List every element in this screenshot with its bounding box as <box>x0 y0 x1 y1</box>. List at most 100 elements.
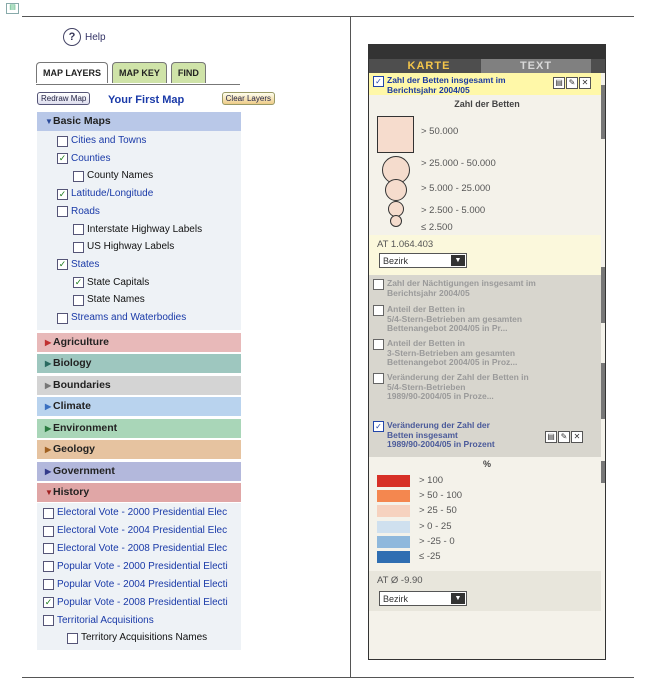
layer-checkbox[interactable] <box>373 339 384 350</box>
checkbox[interactable] <box>43 507 54 519</box>
section-category[interactable]: ▶ Boundaries <box>37 375 241 395</box>
close-icon[interactable]: ✕ <box>579 77 591 89</box>
checkbox[interactable] <box>73 170 84 182</box>
checkbox[interactable] <box>57 206 68 218</box>
layer-item[interactable]: County Names <box>73 168 153 184</box>
layer-item[interactable]: Streams and Waterbodies <box>57 310 186 326</box>
layer-checkbox[interactable]: ✓ <box>373 421 384 432</box>
layer-item[interactable]: Popular Vote - 2000 Presidential Electi <box>43 559 228 575</box>
layer-title: Veränderung der Zahl der Betten insgesamt… <box>387 420 495 450</box>
layer-item[interactable]: ✓ Latitude/Longitude <box>57 186 153 202</box>
layer-title-line: 1989/90-2004/05 in Proze... <box>387 391 494 401</box>
tab-karte[interactable]: KARTE <box>383 59 475 73</box>
chevron-down-icon[interactable]: ▼ <box>451 593 465 604</box>
layer-item[interactable]: ✓ Popular Vote - 2008 Presidential Electi <box>43 595 228 611</box>
section-category[interactable]: ▶ Agriculture <box>37 332 241 352</box>
help-link[interactable]: ? Help <box>63 28 106 46</box>
legend-tabs: KARTE TEXT <box>369 59 605 73</box>
layer-item[interactable]: Electoral Vote - 2000 Presidential Elec <box>43 505 227 521</box>
scrollbar-thumb-4[interactable] <box>601 461 605 483</box>
checkbox[interactable]: ✓ <box>43 597 54 609</box>
layer-item[interactable]: Electoral Vote - 2008 Presidential Elec <box>43 541 227 557</box>
layer-checkbox[interactable] <box>373 373 384 384</box>
legend-swatch <box>377 490 410 503</box>
checkbox[interactable] <box>73 224 84 235</box>
checkbox[interactable]: ✓ <box>73 277 84 289</box>
tab-find[interactable]: FIND <box>170 62 206 83</box>
checkbox[interactable]: ✓ <box>57 259 68 271</box>
section-category[interactable]: ▶ Climate <box>37 397 241 417</box>
layer-item[interactable]: Territory Acquisitions Names <box>67 630 207 646</box>
redraw-map-button[interactable]: Redraw Map <box>37 92 91 105</box>
legend-label: > 50.000 <box>421 126 459 137</box>
info-icon[interactable]: ▤ <box>545 431 557 443</box>
layer-row[interactable]: Anteil der Betten in 5/4-Stern-Betrieben … <box>373 304 522 334</box>
layer-item[interactable]: Roads <box>57 204 100 220</box>
legend-title: Zahl der Betten <box>454 99 520 109</box>
layer-item[interactable]: Popular Vote - 2004 Presidential Electi <box>43 577 228 593</box>
tabs-underline <box>36 84 240 85</box>
close-icon[interactable]: ✕ <box>571 431 583 443</box>
checkbox[interactable] <box>73 294 84 306</box>
scrollbar-thumb-3[interactable] <box>601 363 605 419</box>
layer-item-label: Popular Vote - 2000 Presidential Electi <box>57 560 228 572</box>
checkbox[interactable] <box>67 632 78 644</box>
edit-icon[interactable]: ✎ <box>558 431 570 443</box>
tab-map-key[interactable]: MAP KEY <box>112 62 167 83</box>
section-category[interactable]: ▶ Government <box>37 461 241 481</box>
layer-item-label: State Capitals <box>87 276 150 288</box>
layer-item[interactable]: Interstate Highway Labels <box>73 222 202 238</box>
checkbox[interactable] <box>43 615 54 627</box>
layer-row[interactable]: ✓ Zahl der Betten insgesamt im Berichtsjah… <box>373 75 506 95</box>
layer-item-label: States <box>71 258 100 270</box>
section-category[interactable]: ▶ Environment <box>37 418 241 438</box>
layer-checkbox[interactable] <box>373 305 384 316</box>
region-select[interactable]: Bezirk ▼ <box>379 591 467 606</box>
layer-item[interactable]: ✓ Counties <box>57 151 110 167</box>
layer-item[interactable]: Cities and Towns <box>57 133 146 149</box>
checkbox[interactable] <box>73 241 84 253</box>
tab-map-layers[interactable]: MAP LAYERS <box>36 62 109 83</box>
layer-checkbox[interactable] <box>373 279 384 290</box>
section-label: Biology <box>53 357 92 370</box>
section-basic-maps[interactable]: ▼Basic Maps <box>37 112 241 131</box>
checkbox[interactable] <box>57 135 68 147</box>
layer-row[interactable]: Zahl der Nächtigungen insgesamt im Berich… <box>373 278 536 298</box>
checkbox[interactable] <box>43 561 54 573</box>
layer-checkbox[interactable]: ✓ <box>373 76 384 87</box>
layer-row[interactable]: ✓ Veränderung der Zahl der Betten insgesam… <box>373 420 495 450</box>
panel-header-bar <box>369 45 605 59</box>
layer-item[interactable]: ✓ States <box>57 257 99 273</box>
expand-triangle-icon: ▶ <box>45 423 52 433</box>
legend-label: > 0 - 25 <box>419 520 452 532</box>
section-label: Basic Maps <box>53 115 111 127</box>
scrollbar-thumb-2[interactable] <box>601 267 605 323</box>
info-icon[interactable]: ▤ <box>553 77 565 89</box>
section-label: Geology <box>53 443 96 456</box>
layer-item[interactable]: US Highway Labels <box>73 239 174 255</box>
layer-item[interactable]: Territorial Acquisitions <box>43 613 154 629</box>
scrollbar-thumb[interactable] <box>601 85 605 139</box>
layer-item[interactable]: State Names <box>73 292 145 308</box>
section-history[interactable]: ▼History <box>37 483 241 503</box>
region-select[interactable]: Bezirk ▼ <box>379 253 467 268</box>
chevron-down-icon[interactable]: ▼ <box>451 255 465 266</box>
checkbox[interactable] <box>43 543 54 555</box>
clear-layers-button[interactable]: Clear Layers <box>221 92 275 105</box>
layer-row[interactable]: Veränderung der Zahl der Betten in 5/4-St… <box>373 372 529 402</box>
section-category[interactable]: ▶ Geology <box>37 440 241 460</box>
checkbox[interactable] <box>57 312 68 324</box>
checkbox[interactable] <box>43 525 54 537</box>
layer-title: Veränderung der Zahl der Betten in 5/4-St… <box>387 372 529 402</box>
checkbox[interactable]: ✓ <box>57 153 68 165</box>
layer-row[interactable]: Anteil der Betten in 3-Stern-Betrieben am… <box>373 338 517 368</box>
layer-item-label: Streams and Waterbodies <box>71 312 187 323</box>
layer-item[interactable]: ✓ State Capitals <box>73 275 149 291</box>
layer-tools: ▤ ✎ ✕ <box>553 77 591 89</box>
layer-item[interactable]: Electoral Vote - 2004 Presidential Elec <box>43 523 227 539</box>
edit-icon[interactable]: ✎ <box>566 77 578 89</box>
tab-text[interactable]: TEXT <box>481 59 591 73</box>
checkbox[interactable] <box>43 579 54 591</box>
checkbox[interactable]: ✓ <box>57 188 68 200</box>
section-category[interactable]: ▶ Biology <box>37 354 241 374</box>
